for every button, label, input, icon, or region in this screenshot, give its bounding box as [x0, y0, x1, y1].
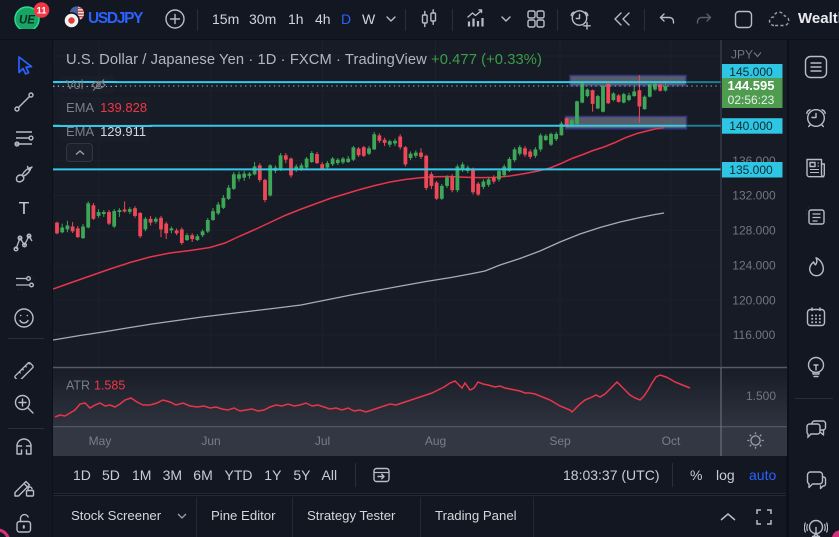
svg-text:Jul: Jul: [315, 434, 330, 448]
svg-text:UE: UE: [19, 15, 35, 27]
svg-text:Oct: Oct: [662, 434, 681, 448]
svg-text:Sep: Sep: [549, 434, 571, 448]
svg-text:May: May: [89, 434, 112, 448]
svg-text:140.000: 140.000: [729, 119, 773, 133]
svg-text:120.000: 120.000: [732, 293, 776, 307]
svg-text:11: 11: [36, 6, 47, 17]
svg-text:116.000: 116.000: [733, 328, 776, 342]
svg-text:128.000: 128.000: [732, 224, 776, 238]
svg-text:124.000: 124.000: [732, 259, 776, 273]
svg-text:1.585: 1.585: [94, 379, 125, 393]
svg-text:T: T: [19, 198, 30, 218]
svg-text:02:56:23: 02:56:23: [728, 93, 775, 107]
svg-text:135.000: 135.000: [729, 163, 773, 177]
svg-text:145.000: 145.000: [729, 65, 773, 79]
svg-text:JPY: JPY: [731, 48, 753, 62]
svg-text:1.500: 1.500: [746, 389, 776, 403]
svg-text:ATR: ATR: [66, 379, 90, 393]
svg-text:132.000: 132.000: [732, 189, 776, 203]
svg-text:Jun: Jun: [201, 434, 220, 448]
svg-text:144.595: 144.595: [728, 78, 775, 93]
svg-text:Aug: Aug: [425, 434, 446, 448]
